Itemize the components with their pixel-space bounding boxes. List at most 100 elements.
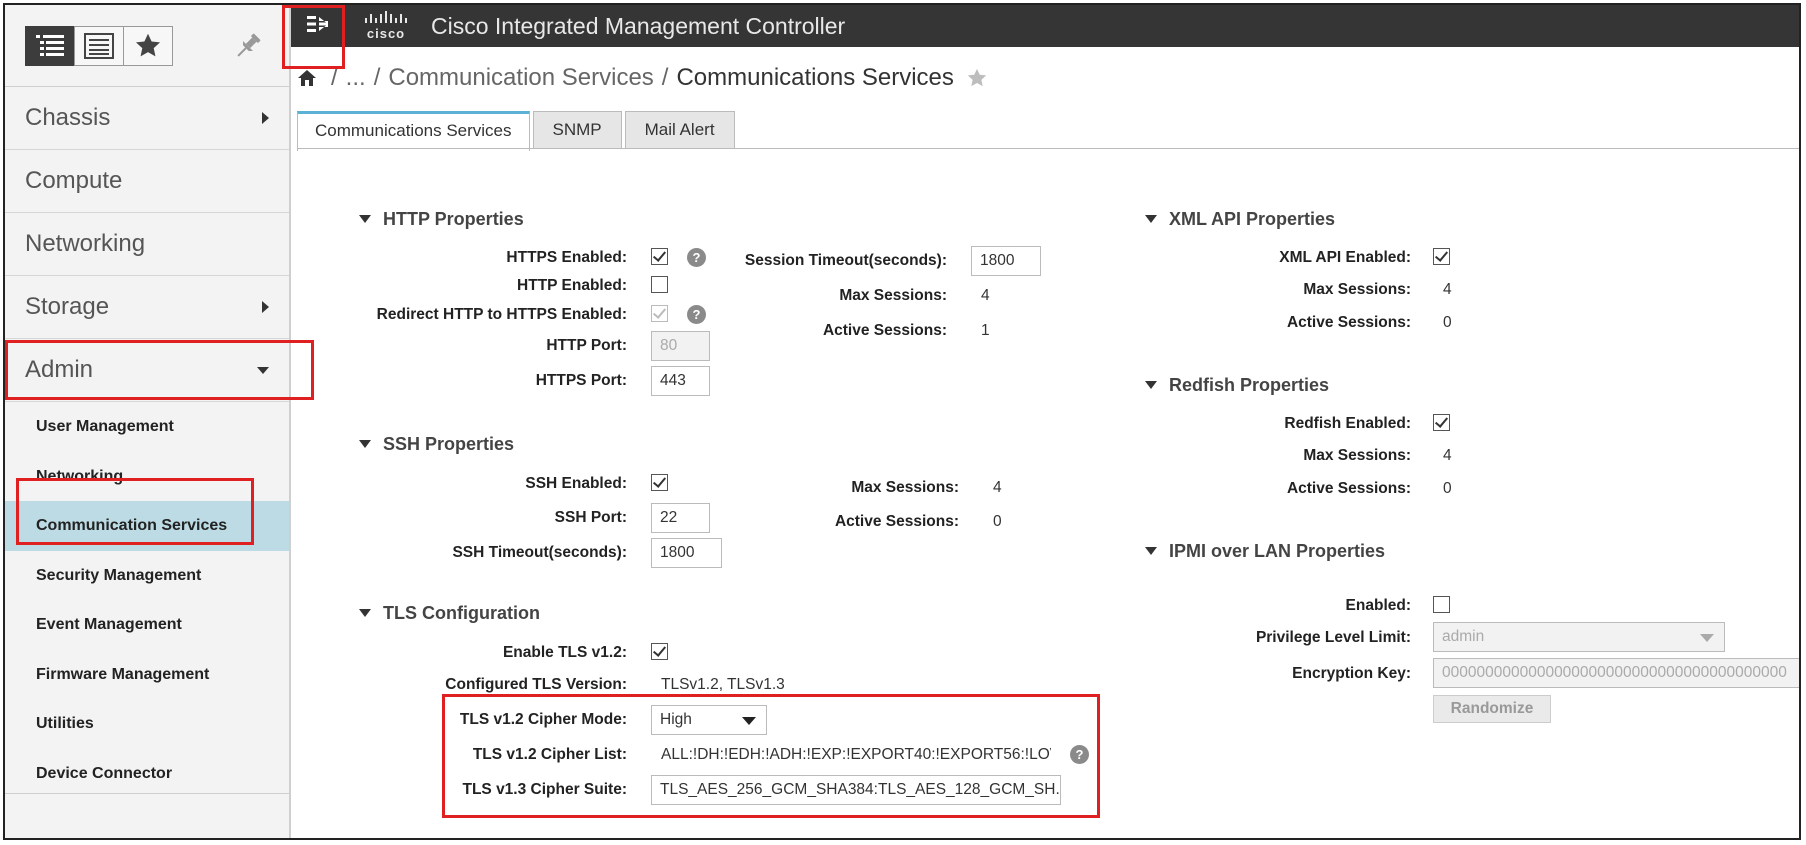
sidebar-toolbar	[5, 5, 289, 87]
enable-tls-checkbox[interactable]	[651, 643, 668, 660]
https-port-input[interactable]: 443	[651, 366, 710, 396]
sidebar-item-label: Chassis	[25, 104, 111, 131]
sidebar-item-label: Storage	[25, 293, 110, 320]
collapse-triangle-icon	[1145, 381, 1157, 389]
ssh-active-sessions-label: Active Sessions:	[834, 513, 959, 530]
ipmi-enabled-checkbox[interactable]	[1433, 596, 1450, 613]
http-properties-header[interactable]: HTTP Properties	[359, 209, 524, 230]
home-icon[interactable]	[297, 69, 317, 87]
breadcrumb-ellipsis[interactable]: ...	[346, 64, 366, 92]
help-icon[interactable]: ?	[687, 305, 706, 324]
collapse-triangle-icon	[1145, 547, 1157, 555]
http-active-sessions-value: 1	[981, 322, 990, 339]
ssh-timeout-label: SSH Timeout(seconds):	[452, 544, 627, 561]
breadcrumb-parent[interactable]: Communication Services	[388, 64, 653, 92]
top-bar: cisco Cisco Integrated Management Contro…	[291, 5, 1799, 47]
submenu-item-security-management[interactable]: Security Management	[5, 551, 289, 601]
xml-api-enabled-checkbox[interactable]	[1433, 248, 1450, 265]
session-timeout-input[interactable]: 1800	[971, 246, 1041, 276]
ipmi-properties-header[interactable]: IPMI over LAN Properties	[1145, 541, 1385, 562]
redfish-enabled-checkbox[interactable]	[1433, 414, 1450, 431]
redirect-checkbox[interactable]	[651, 305, 668, 322]
chevron-down-icon	[257, 367, 269, 374]
ssh-timeout-input[interactable]: 1800	[651, 538, 722, 568]
help-icon[interactable]: ?	[1070, 745, 1089, 764]
cipher-mode-value: High	[660, 711, 692, 728]
list-view-icon	[84, 33, 114, 59]
section-title: SSH Properties	[383, 434, 515, 454]
encryption-key-input[interactable]: 0000000000000000000000000000000000000000	[1433, 658, 1799, 688]
help-icon[interactable]: ?	[687, 248, 706, 267]
favorites-button[interactable]	[123, 26, 173, 66]
collapse-triangle-icon	[359, 609, 371, 617]
sidebar-item-compute[interactable]: Compute	[5, 150, 289, 213]
privilege-level-select[interactable]: admin	[1433, 622, 1725, 652]
tree-view-button[interactable]	[25, 26, 75, 66]
https-enabled-checkbox[interactable]	[651, 248, 668, 265]
list-view-button[interactable]	[74, 26, 124, 66]
breadcrumb-separator: /	[331, 64, 338, 91]
tab-bar: Communications Services SNMP Mail Alert	[297, 111, 738, 151]
sidebar-item-networking[interactable]: Networking	[5, 213, 289, 276]
encryption-key-label: Encryption Key:	[1292, 665, 1411, 682]
session-timeout-label: Session Timeout(seconds):	[744, 252, 947, 269]
submenu-item-user-management[interactable]: User Management	[5, 402, 289, 452]
ssh-properties-header[interactable]: SSH Properties	[359, 434, 514, 455]
submenu-item-firmware-management[interactable]: Firmware Management	[5, 650, 289, 700]
sidebar-item-storage[interactable]: Storage	[5, 276, 289, 339]
http-enabled-checkbox[interactable]	[651, 276, 668, 293]
menu-collapse-icon	[307, 16, 328, 32]
breadcrumb-separator: /	[373, 64, 381, 91]
configured-tls-value: TLSv1.2, TLSv1.3	[661, 676, 785, 693]
submenu-item-networking[interactable]: Networking	[5, 452, 289, 502]
tab-mail-alert[interactable]: Mail Alert	[624, 111, 735, 148]
pin-icon[interactable]	[233, 31, 263, 66]
section-title: IPMI over LAN Properties	[1169, 541, 1386, 561]
ssh-port-input[interactable]: 22	[651, 503, 710, 533]
cipher-mode-select[interactable]: High	[651, 705, 767, 735]
tab-communications-services[interactable]: Communications Services	[297, 111, 530, 151]
section-title: XML API Properties	[1169, 209, 1336, 229]
redfish-max-sessions-value: 4	[1443, 447, 1452, 464]
cisco-logo: cisco	[363, 11, 417, 46]
cipher-list-label: TLS v1.2 Cipher List:	[472, 746, 627, 763]
collapse-nav-button[interactable]	[305, 11, 331, 37]
ssh-enabled-checkbox[interactable]	[651, 474, 668, 491]
dropdown-arrow-icon	[742, 717, 756, 725]
ssh-active-sessions-value: 0	[993, 513, 1002, 530]
redfish-max-sessions-label: Max Sessions:	[1303, 447, 1411, 464]
collapse-triangle-icon	[359, 215, 371, 223]
privilege-level-label: Privilege Level Limit:	[1255, 629, 1411, 646]
https-port-label: HTTPS Port:	[535, 372, 627, 389]
tls-configuration-header[interactable]: TLS Configuration	[359, 603, 540, 624]
redfish-enabled-label: Redfish Enabled:	[1284, 415, 1411, 432]
cipher-suite-input[interactable]: TLS_AES_256_GCM_SHA384:TLS_AES_128_GCM_S…	[651, 775, 1061, 805]
submenu-item-communication-services[interactable]: Communication Services	[5, 501, 289, 551]
configured-tls-label: Configured TLS Version:	[445, 676, 627, 693]
https-enabled-label: HTTPS Enabled:	[506, 249, 627, 266]
section-title: Redfish Properties	[1169, 375, 1330, 395]
breadcrumb: / ... / Communication Services / Communi…	[297, 61, 988, 95]
ssh-enabled-label: SSH Enabled:	[525, 475, 627, 492]
randomize-button[interactable]: Randomize	[1433, 695, 1551, 723]
privilege-level-value: admin	[1442, 628, 1485, 645]
sidebar-item-admin[interactable]: Admin	[5, 339, 289, 402]
tab-snmp[interactable]: SNMP	[532, 111, 622, 148]
http-active-sessions-label: Active Sessions:	[822, 322, 947, 339]
ssh-max-sessions-value: 4	[993, 479, 1002, 496]
xml-api-properties-header[interactable]: XML API Properties	[1145, 209, 1335, 230]
view-button-group	[25, 26, 173, 66]
submenu-item-utilities[interactable]: Utilities	[5, 699, 289, 749]
redfish-properties-header[interactable]: Redfish Properties	[1145, 375, 1329, 396]
ssh-max-sessions-label: Max Sessions:	[851, 479, 959, 496]
http-port-input[interactable]: 80	[651, 331, 710, 361]
sidebar-item-chassis[interactable]: Chassis	[5, 87, 289, 150]
submenu-item-device-connector[interactable]: Device Connector	[5, 749, 289, 799]
chevron-right-icon	[262, 112, 269, 124]
favorites-star-icon	[135, 33, 161, 57]
submenu-item-event-management[interactable]: Event Management	[5, 600, 289, 650]
sidebar-footer	[5, 793, 289, 838]
redfish-active-sessions-label: Active Sessions:	[1286, 480, 1411, 497]
app-frame: Chassis Compute Networking Storage Admin…	[3, 3, 1801, 840]
favorite-star-icon[interactable]	[966, 67, 988, 89]
